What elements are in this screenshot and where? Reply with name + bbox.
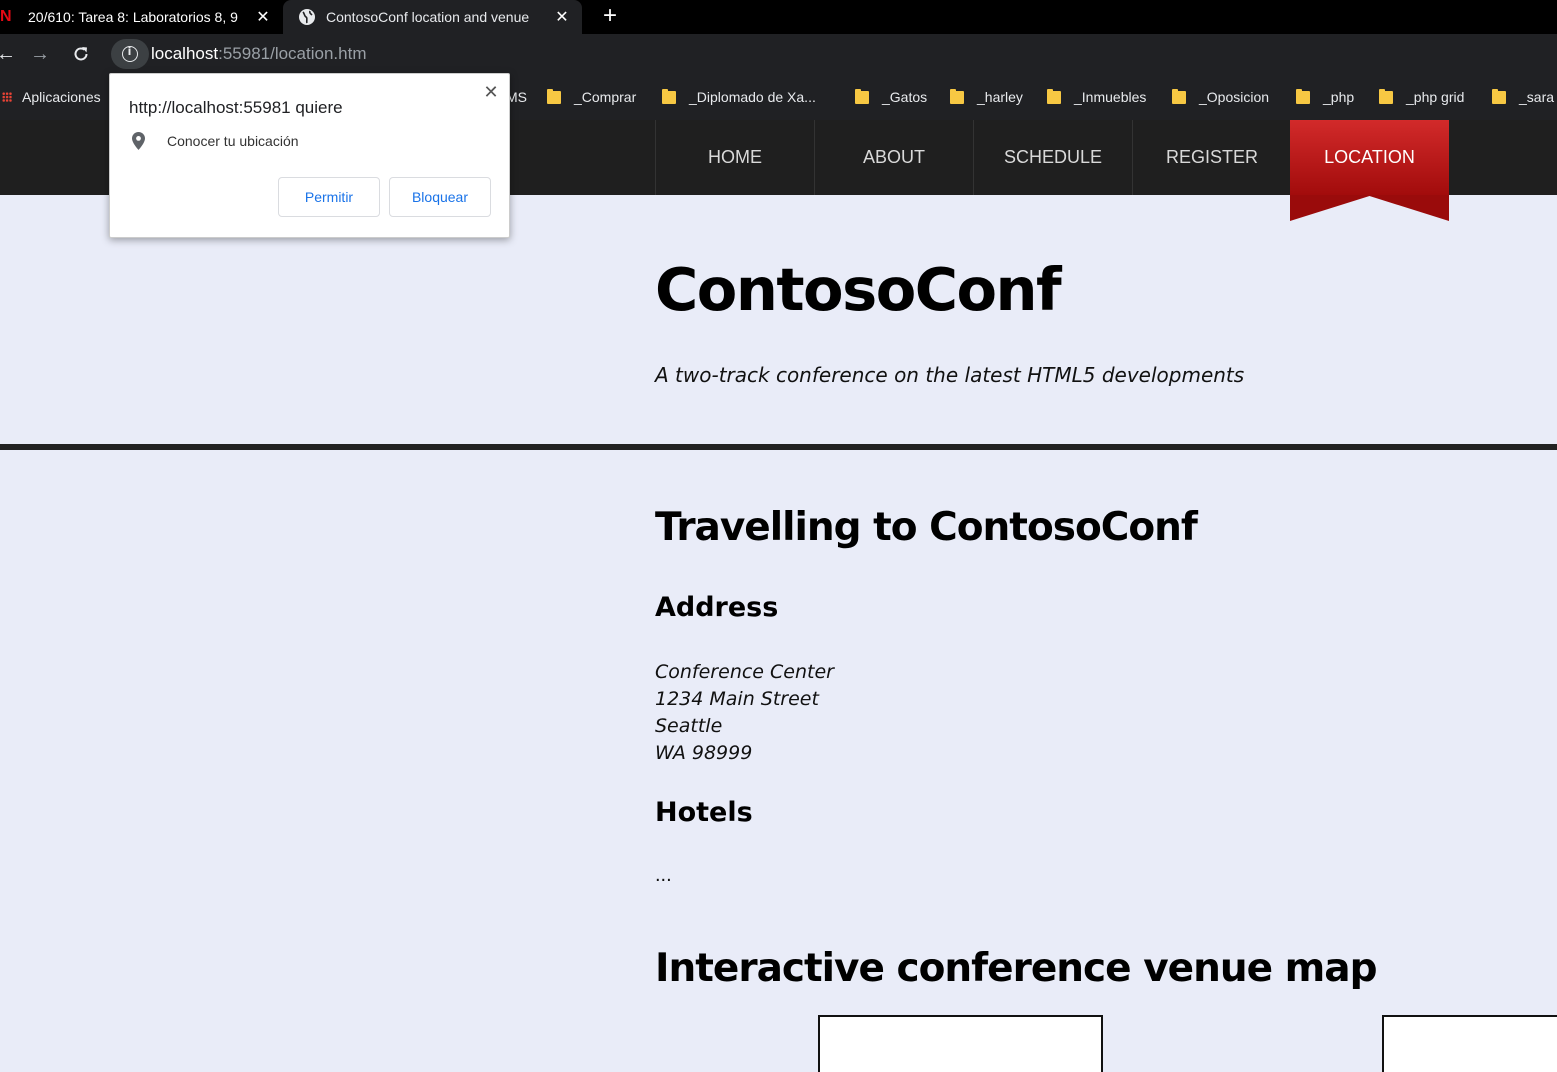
bookmark-sara[interactable]: _sara <box>1492 87 1554 107</box>
folder-icon <box>1047 88 1061 104</box>
close-icon[interactable]: ✕ <box>552 7 572 27</box>
address-line: 1234 Main Street <box>655 688 819 710</box>
bookmark-comprar[interactable]: _Comprar <box>547 87 636 107</box>
tab-title: 20/610: Tarea 8: Laboratorios 8, 9 <box>28 9 238 25</box>
nav-item-schedule[interactable]: SCHEDULE <box>973 120 1132 195</box>
venue-address: Conference Center 1234 Main Street Seatt… <box>655 659 834 767</box>
browser-tab-contosoconf[interactable]: ContosoConf location and venue ✕ <box>283 0 582 34</box>
bookmark-gatos[interactable]: _Gatos <box>855 87 927 107</box>
close-icon[interactable]: ✕ <box>253 7 273 27</box>
permission-request-row: Conocer tu ubicación <box>132 132 299 150</box>
travel-heading: Travelling to ContosoConf <box>655 505 1198 550</box>
bookmark-label: _Diplomado de Xa... <box>689 89 816 105</box>
browser-tab-tarea[interactable]: N 20/610: Tarea 8: Laboratorios 8, 9 ✕ <box>0 0 283 34</box>
tab-title: ContosoConf location and venue <box>326 9 530 25</box>
venue-map-room[interactable] <box>1382 1015 1557 1072</box>
address-bar[interactable]: i localhost:55981/location.htm <box>109 38 1557 70</box>
bookmark-php[interactable]: _php <box>1296 87 1354 107</box>
site-title: ContosoConf <box>655 255 1062 324</box>
address-line: Conference Center <box>655 661 834 683</box>
block-button[interactable]: Bloquear <box>389 177 491 217</box>
bookmark-diplomado[interactable]: _Diplomado de Xa... <box>662 87 816 107</box>
bookmark-label: _Oposicion <box>1199 89 1270 105</box>
folder-icon <box>547 88 561 104</box>
hotels-heading: Hotels <box>655 797 753 828</box>
venue-map-heading: Interactive conference venue map <box>655 946 1377 991</box>
address-line: Seattle <box>655 715 723 737</box>
globe-icon <box>299 9 315 25</box>
site-info-button[interactable]: i <box>111 39 149 69</box>
bookmark-label: _sara <box>1519 89 1555 105</box>
folder-icon <box>662 88 676 104</box>
bookmark-label: _php <box>1323 89 1355 105</box>
close-icon[interactable]: ✕ <box>482 82 500 102</box>
bookmark-oposicion[interactable]: _Oposicion <box>1172 87 1269 107</box>
allow-button[interactable]: Permitir <box>278 177 380 217</box>
forward-arrow-icon[interactable]: → <box>26 40 54 68</box>
folder-icon <box>950 88 964 104</box>
folder-icon <box>855 88 869 104</box>
address-line: WA 98999 <box>655 742 753 764</box>
info-icon: i <box>122 45 138 62</box>
bookmark-label: _php grid <box>1406 89 1465 105</box>
bookmark-php-grid[interactable]: _php grid <box>1379 87 1464 107</box>
bookmark-aplicaciones[interactable]: Aplicaciones <box>2 87 101 107</box>
folder-icon <box>1296 88 1310 104</box>
folder-icon <box>1379 88 1393 104</box>
bookmark-label: _Inmuebles <box>1074 89 1147 105</box>
hotels-placeholder-text: ... <box>655 864 672 886</box>
browser-toolbar: ← → i localhost:55981/location.htm <box>0 34 1557 74</box>
apps-grid-icon <box>2 92 12 102</box>
new-tab-button[interactable]: + <box>596 2 624 30</box>
folder-icon <box>1172 88 1186 104</box>
nav-item-home[interactable]: HOME <box>655 120 814 195</box>
bookmark-label: _Gatos <box>882 89 928 105</box>
bookmark-inmuebles[interactable]: _Inmuebles <box>1047 87 1146 107</box>
bookmark-harley[interactable]: _harley <box>950 87 1023 107</box>
venue-map-room[interactable] <box>818 1015 1103 1072</box>
location-pin-icon <box>132 132 145 150</box>
nav-item-register[interactable]: REGISTER <box>1132 120 1291 195</box>
bookmark-label: _harley <box>977 89 1023 105</box>
header-divider <box>0 444 1557 450</box>
browser-tab-strip: N 20/610: Tarea 8: Laboratorios 8, 9 ✕ C… <box>0 0 1557 34</box>
nav-item-about[interactable]: ABOUT <box>814 120 973 195</box>
bookmark-label: Aplicaciones <box>22 89 101 105</box>
reload-icon[interactable] <box>67 40 95 68</box>
popup-title: http://localhost:55981 quiere <box>129 98 343 117</box>
nav-item-location[interactable]: LOCATION <box>1290 120 1449 195</box>
url-path: :55981/location.htm <box>218 44 367 63</box>
bookmark-label: _Comprar <box>574 89 637 105</box>
url-text[interactable]: localhost:55981/location.htm <box>151 44 367 64</box>
location-permission-popup: http://localhost:55981 quiere ✕ Conocer … <box>109 73 510 238</box>
permission-request-text: Conocer tu ubicación <box>167 133 299 149</box>
active-nav-ribbon <box>1290 195 1449 221</box>
netflix-n-icon: N <box>0 8 12 25</box>
folder-icon <box>1492 88 1506 104</box>
back-arrow-icon[interactable]: ← <box>0 40 20 68</box>
address-heading: Address <box>655 592 779 623</box>
site-tagline: A two-track conference on the latest HTM… <box>655 363 1245 387</box>
url-host: localhost <box>151 44 219 63</box>
